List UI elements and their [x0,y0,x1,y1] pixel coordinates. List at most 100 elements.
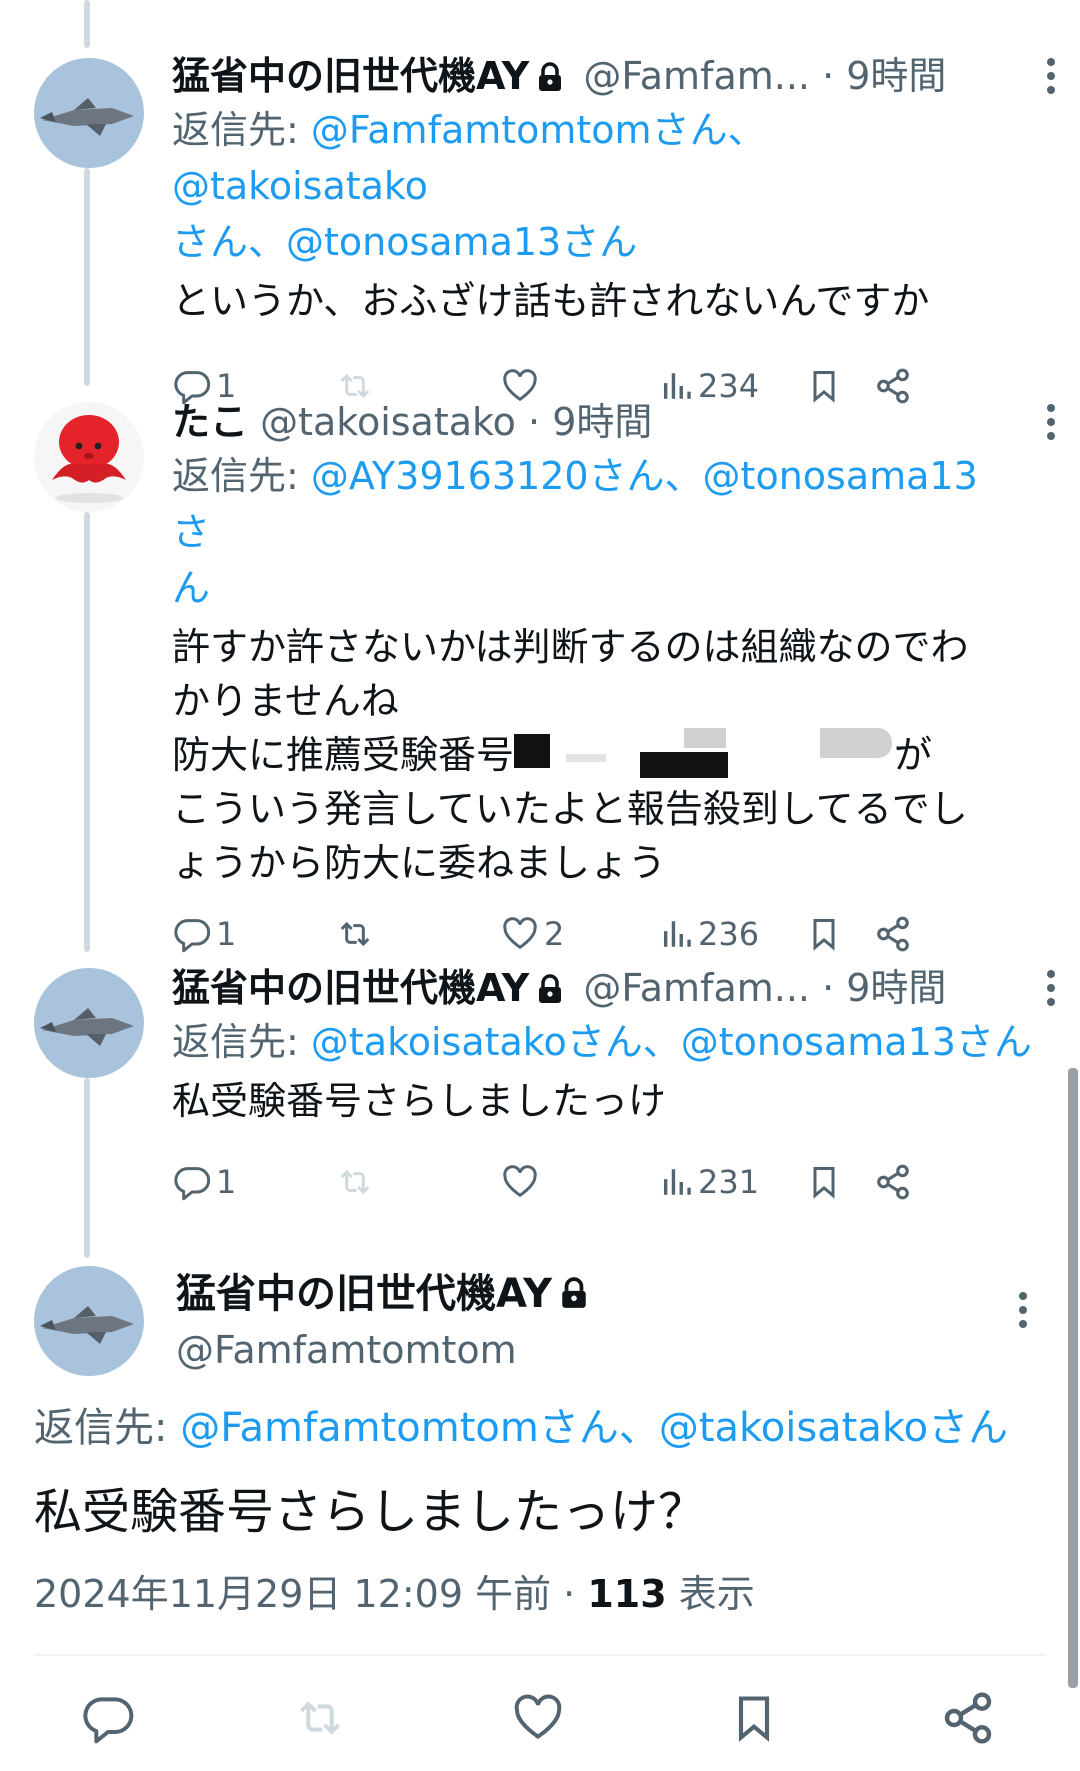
reply-to-links[interactable]: ん [172,566,210,610]
handle[interactable]: @Famfamtomtom [176,1324,996,1376]
share-icon [877,916,909,952]
views-icon [663,1169,691,1195]
avatar[interactable] [34,968,144,1078]
handle[interactable]: @takoisatako [260,400,516,444]
share-button[interactable] [874,904,912,964]
view-count: 113 [587,1572,667,1616]
reply-to-links[interactable]: さん、@tonosama13さん [172,220,637,264]
reply-to: 返信先: @AY39163120さん、@tonosama13さ ん [172,448,1000,616]
more-icon[interactable] [1046,968,1056,1021]
lock-icon [560,1268,588,1324]
like-count: 2 [544,915,565,953]
redaction-box [514,734,550,768]
like-button[interactable] [500,1152,540,1212]
tweet-header: たこ @takoisatako · 9時間 [172,396,1055,448]
reply-count: 1 [216,915,237,953]
tweet-text: というか、おふざけ話も許されないんですか [172,279,930,323]
avatar[interactable] [34,402,144,512]
like-icon [503,917,537,950]
like-button[interactable]: 2 [500,904,564,964]
reply-button[interactable]: 1 [172,1152,236,1212]
scrollbar[interactable] [1068,1068,1078,1688]
reply-to: 返信先: @Famfamtomtomさん、@takoisatakoさん [34,1400,1008,1456]
tweet[interactable]: 猛省中の旧世代機AY @Famfam... · 9時間 返信先: @takois… [0,962,1080,1202]
tweet-text: 私受験番号さらしましたっけ [172,1079,667,1123]
retweet-button[interactable] [334,904,376,964]
reply-icon [83,1697,134,1744]
thread-line [84,0,90,48]
redaction-box [820,728,892,758]
bookmark-button[interactable] [806,1152,842,1212]
view-label: 表示 [666,1572,755,1616]
reply-to-prefix: 返信先: [172,1020,311,1064]
reply-button[interactable]: 1 [172,904,236,964]
tweet-text-line: ょうから防大に委ねましょう [172,841,667,885]
like-button[interactable] [510,1690,566,1750]
lock-icon [537,965,563,1017]
main-author: 猛省中の旧世代機AY [176,1266,996,1324]
main-tweet-text: 私受験番号さらしましたっけ？ [34,1484,707,1540]
divider [34,1654,1046,1656]
tweet-text-line: 許すか許さないかは判断するのは組織なのでわ [172,625,969,669]
like-icon [514,1694,562,1740]
display-name[interactable]: たこ [172,400,248,444]
tweet-text-line: こういう発言していたよと報告殺到してるでし [172,787,968,831]
reply-button[interactable] [80,1690,136,1750]
bookmark-icon [738,1696,770,1742]
display-name[interactable]: 猛省中の旧世代機AY [172,54,529,98]
bookmark-icon [813,919,835,951]
views-icon [663,921,691,947]
avatar[interactable] [34,58,144,168]
more-icon[interactable] [1018,1290,1028,1334]
tweet-date[interactable]: 2024年11月29日 12:09 午前 · [34,1572,587,1616]
views-button[interactable]: 231 [660,1152,759,1212]
tweet-text-line: 防大に推薦受験番号 が [172,728,1000,782]
views-button[interactable]: 236 [660,904,759,964]
action-bar: 1 2 236 [172,904,1000,964]
retweet-icon [299,1701,341,1735]
tweet-text-part: が [894,733,933,777]
redaction-box [640,752,728,778]
handle[interactable]: @Famfam... [583,54,810,98]
tweet-header: 猛省中の旧世代機AY @Famfam... · 9時間 [172,962,1055,1017]
tweet[interactable]: 猛省中の旧世代機AY @Famfam... · 9時間 返信先: @Famfam… [0,50,1080,405]
tweet-text-part: 防大に推薦受験番号 [172,733,515,777]
action-bar: 1 231 [172,1152,1000,1212]
views-count: 231 [698,1163,760,1201]
reply-to-prefix: 返信先: [172,454,311,498]
reply-to-prefix: 返信先: [172,108,311,152]
more-icon[interactable] [1046,402,1056,455]
reply-to: 返信先: @takoisatakoさん、@tonosama13さん [172,1014,1032,1070]
bookmark-button[interactable] [806,904,842,964]
tweet-header: 猛省中の旧世代機AY @Famfam... · 9時間 [172,50,1055,105]
share-button[interactable] [874,1152,912,1212]
tweet[interactable]: たこ @takoisatako · 9時間 返信先: @AY39163120さん… [0,396,1080,953]
share-icon [877,1164,909,1200]
tweet-meta: 2024年11月29日 12:09 午前 · 113 表示 [34,1568,755,1620]
display-name[interactable]: 猛省中の旧世代機AY [172,966,529,1010]
lock-icon [537,53,563,105]
main-tweet-header: 猛省中の旧世代機AY @Famfamtomtom [176,1266,996,1376]
reply-to-links[interactable]: @takoisatakoさん、@tonosama13さん [311,1020,1032,1064]
timestamp[interactable]: · 9時間 [528,400,652,444]
retweet-icon [340,1169,370,1195]
retweet-button[interactable] [290,1690,350,1750]
share-button[interactable] [940,1690,996,1750]
bookmark-button[interactable] [728,1690,780,1750]
bookmark-icon [813,1167,835,1199]
share-icon [944,1692,992,1744]
reply-to-links[interactable]: @Famfamtomtomさん、@takoisatakoさん [180,1405,1008,1451]
timestamp[interactable]: · 9時間 [822,966,946,1010]
tweet-text: 許すか許さないかは判断するのは組織なのでわ かりませんね 防大に推薦受験番号 が… [172,620,1000,890]
reply-to-prefix: 返信先: [34,1405,181,1451]
reply-icon [174,1167,211,1201]
handle[interactable]: @Famfam... [583,966,810,1010]
display-name[interactable]: 猛省中の旧世代機AY [176,1271,552,1317]
retweet-icon [340,921,370,947]
reply-to: 返信先: @Famfamtomtomさん、@takoisatako さん、@to… [172,102,1000,270]
more-icon[interactable] [1046,56,1056,109]
views-count: 236 [698,915,760,953]
retweet-button[interactable] [334,1152,376,1212]
avatar[interactable] [34,1266,144,1376]
timestamp[interactable]: · 9時間 [822,54,946,98]
